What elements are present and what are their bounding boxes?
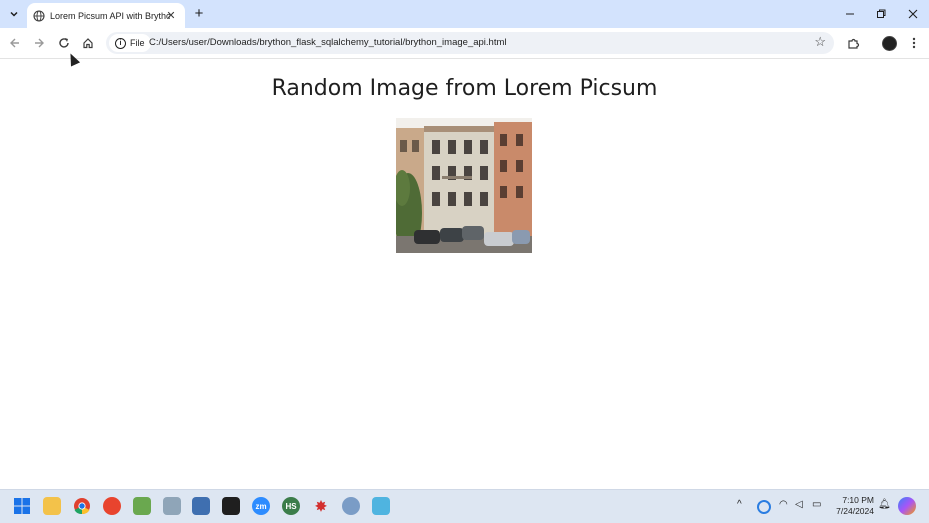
chevron-down-icon xyxy=(10,11,18,17)
page-content: Random Image from Lorem Picsum xyxy=(0,59,929,489)
system-clock[interactable]: 7:10 PM 7/24/2024 xyxy=(824,495,874,517)
zoom-icon[interactable]: zm xyxy=(252,497,270,515)
url-text[interactable]: C:/Users/user/Downloads/brython_flask_sq… xyxy=(149,37,506,48)
profile-button[interactable] xyxy=(879,33,899,53)
chrome-icon[interactable] xyxy=(73,497,91,515)
tab-close-button[interactable]: ✕ xyxy=(163,7,179,23)
file-explorer-icon[interactable] xyxy=(43,497,61,515)
random-image xyxy=(396,118,532,253)
chevron-up-icon[interactable]: ^ xyxy=(737,499,742,510)
app-icon-tomato[interactable] xyxy=(103,497,121,515)
address-bar[interactable]: i File C:/Users/user/Downloads/brython_f… xyxy=(106,32,834,54)
close-window-button[interactable] xyxy=(897,0,929,28)
reload-button[interactable] xyxy=(54,33,74,53)
avatar xyxy=(881,35,897,51)
python-icon[interactable] xyxy=(192,497,210,515)
page-title: Random Image from Lorem Picsum xyxy=(271,76,658,101)
arrow-left-icon xyxy=(10,38,19,48)
bookmark-star-icon[interactable]: ☆ xyxy=(814,34,826,50)
restore-icon xyxy=(877,9,886,18)
forward-button[interactable] xyxy=(29,33,49,53)
tray-app-icon[interactable] xyxy=(757,500,771,514)
site-info-chip[interactable]: i File xyxy=(109,34,151,52)
clock-date: 7/24/2024 xyxy=(836,506,874,516)
new-tab-button[interactable]: + xyxy=(190,4,208,22)
minimize-button[interactable] xyxy=(834,0,866,28)
browser-toolbar: i File C:/Users/user/Downloads/brython_f… xyxy=(0,28,929,59)
home-icon xyxy=(83,38,93,49)
arrow-right-icon xyxy=(35,38,44,48)
clock-time: 7:10 PM xyxy=(842,495,874,505)
wifi-icon[interactable]: ◠ xyxy=(779,499,788,510)
app-icon-globe[interactable] xyxy=(342,497,360,515)
close-icon xyxy=(908,9,918,19)
hs-app-icon[interactable]: HS xyxy=(282,497,300,515)
tab-active[interactable]: Lorem Picsum API with Brython ✕ xyxy=(27,3,185,28)
reload-icon xyxy=(59,38,69,48)
globe-icon xyxy=(33,9,45,22)
restore-button[interactable] xyxy=(865,0,897,28)
tab-title: Lorem Picsum API with Brython xyxy=(50,10,170,21)
notepad-icon[interactable] xyxy=(133,497,151,515)
battery-icon[interactable]: ▭ xyxy=(812,499,821,510)
extensions-button[interactable] xyxy=(843,33,863,53)
copilot-icon[interactable] xyxy=(898,497,916,515)
terminal-icon[interactable] xyxy=(222,497,240,515)
chip-label: File xyxy=(130,38,145,48)
more-vertical-icon xyxy=(912,37,916,49)
back-button[interactable] xyxy=(5,33,25,53)
minimize-icon xyxy=(846,13,854,15)
info-icon: i xyxy=(115,37,126,49)
windows-icon xyxy=(14,498,30,514)
home-button[interactable] xyxy=(78,33,98,53)
volume-icon[interactable]: ◁ xyxy=(795,499,803,510)
taskbar: zm HS ✸ ^ ◠ ◁ ▭ 7:10 PM 7/24/2024 🔔︎ xyxy=(0,489,929,523)
tab-strip: Lorem Picsum API with Brython ✕ + xyxy=(0,0,929,28)
puzzle-icon xyxy=(847,38,859,49)
tab-search-button[interactable] xyxy=(4,4,24,24)
app-icon-document[interactable] xyxy=(163,497,181,515)
start-button[interactable] xyxy=(13,497,31,515)
notification-bell-icon[interactable]: 🔔︎ xyxy=(878,499,891,510)
app-icon-red-star[interactable]: ✸ xyxy=(312,497,330,515)
app-icon-gradient[interactable] xyxy=(372,497,390,515)
menu-button[interactable] xyxy=(904,33,924,53)
